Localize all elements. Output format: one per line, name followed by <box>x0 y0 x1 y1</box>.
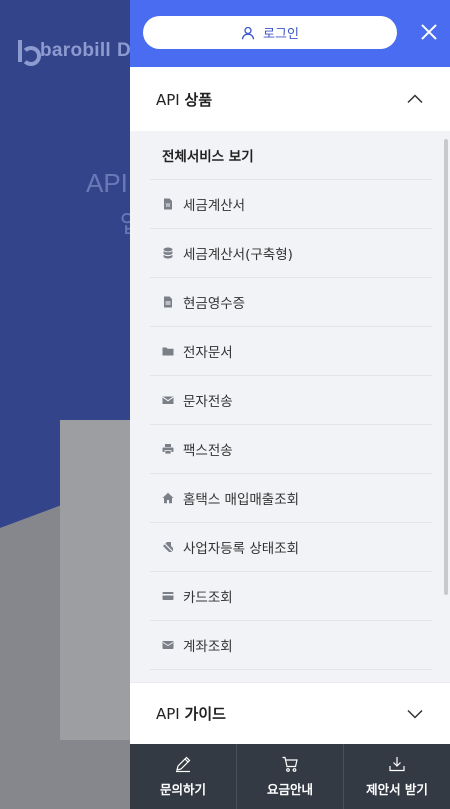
home-icon <box>162 492 174 504</box>
section-title-prefix: API <box>156 705 180 723</box>
card-icon <box>162 592 174 600</box>
submenu-item-label: 사업자등록 상태조회 <box>183 541 300 557</box>
submenu-item-all-services[interactable]: 전체서비스 보기 <box>150 131 432 180</box>
document-w-icon: W <box>164 198 172 210</box>
submenu-item-account[interactable]: 계좌조회 <box>150 621 432 670</box>
section-title-prefix: API <box>156 90 180 109</box>
submenu-item-label: 홈택스 매입매출조회 <box>183 492 300 508</box>
api-products-submenu: 전체서비스 보기 W 세금계산서 세금계산서(구축형) 현금영수증 전자문서 문… <box>130 131 450 682</box>
logo-mark-icon <box>18 40 41 66</box>
submenu-item-label: 문자전송 <box>183 394 233 410</box>
section-api-products[interactable]: API 상품 <box>130 67 450 131</box>
login-button[interactable]: 로그인 <box>143 16 397 49</box>
pricing-button[interactable]: 요금안내 <box>237 744 344 809</box>
svg-text:W: W <box>166 203 171 209</box>
chevron-up-icon <box>407 94 423 104</box>
download-icon <box>389 757 405 772</box>
submenu-item-card[interactable]: 카드조회 <box>150 572 432 621</box>
logo-suffix: D <box>117 40 132 61</box>
proposal-download-button[interactable]: 제안서 받기 <box>344 744 450 809</box>
folder-icon <box>162 347 174 356</box>
pricing-label: 요금안내 <box>266 782 313 797</box>
section-api-guide[interactable]: API 가이드 <box>130 682 450 744</box>
section-title: API 가이드 <box>156 703 226 724</box>
pencil-icon <box>176 756 191 773</box>
printer-icon <box>162 444 174 455</box>
logo-text: barobill <box>40 40 112 61</box>
submenu-item-sms[interactable]: 문자전송 <box>150 376 432 425</box>
inquiry-label: 문의하기 <box>159 782 206 797</box>
submenu-item-label: 카드조회 <box>183 590 233 606</box>
submenu-item-label: 팩스전송 <box>183 443 233 459</box>
login-label: 로그인 <box>263 27 299 42</box>
cart-icon <box>282 756 298 772</box>
section-title-main: 가이드 <box>184 705 226 723</box>
section-title: API 상품 <box>156 89 212 110</box>
close-icon[interactable] <box>417 20 441 44</box>
submenu-item-tax-invoice[interactable]: W 세금계산서 <box>150 180 432 229</box>
nav-drawer: 로그인 API 상품 전체서비스 보기 W 세금계산서 세금계산서(구축형) 현… <box>130 0 450 809</box>
bank-envelope-icon <box>162 641 174 649</box>
submenu-item-e-document[interactable]: 전자문서 <box>150 327 432 376</box>
submenu-item-label: 전자문서 <box>183 345 233 361</box>
submenu-item-business-status[interactable]: 사업자등록 상태조회 <box>150 523 432 572</box>
user-icon <box>241 26 255 39</box>
tag-slash-icon <box>162 541 174 553</box>
submenu-item-label: 현금영수증 <box>183 296 246 312</box>
section-title-main: 상품 <box>184 90 213 109</box>
proposal-label: 제안서 받기 <box>366 782 428 797</box>
submenu-item-label: 세금계산서 <box>183 198 246 214</box>
submenu-item-fax[interactable]: 팩스전송 <box>150 425 432 474</box>
submenu-item-tax-invoice-onprem[interactable]: 세금계산서(구축형) <box>150 229 432 278</box>
hero-title: API <box>86 168 128 198</box>
receipt-icon <box>164 296 172 308</box>
drawer-header: 로그인 <box>130 0 450 67</box>
submenu-item-cash-receipt[interactable]: 현금영수증 <box>150 278 432 327</box>
envelope-icon <box>162 396 174 404</box>
chevron-down-icon <box>407 709 423 719</box>
submenu-item-label: 계좌조회 <box>183 639 233 655</box>
submenu-item-hometax[interactable]: 홈택스 매입매출조회 <box>150 474 432 523</box>
site-logo: barobill D <box>18 40 132 66</box>
database-icon <box>163 247 173 259</box>
bottom-action-bar: 문의하기 요금안내 제안서 받기 <box>130 744 450 809</box>
submenu-item-label: 세금계산서(구축형) <box>183 247 293 263</box>
submenu-item-label: 전체서비스 보기 <box>162 149 254 165</box>
submenu-scrollbar[interactable] <box>444 139 448 595</box>
inquiry-button[interactable]: 문의하기 <box>130 744 237 809</box>
